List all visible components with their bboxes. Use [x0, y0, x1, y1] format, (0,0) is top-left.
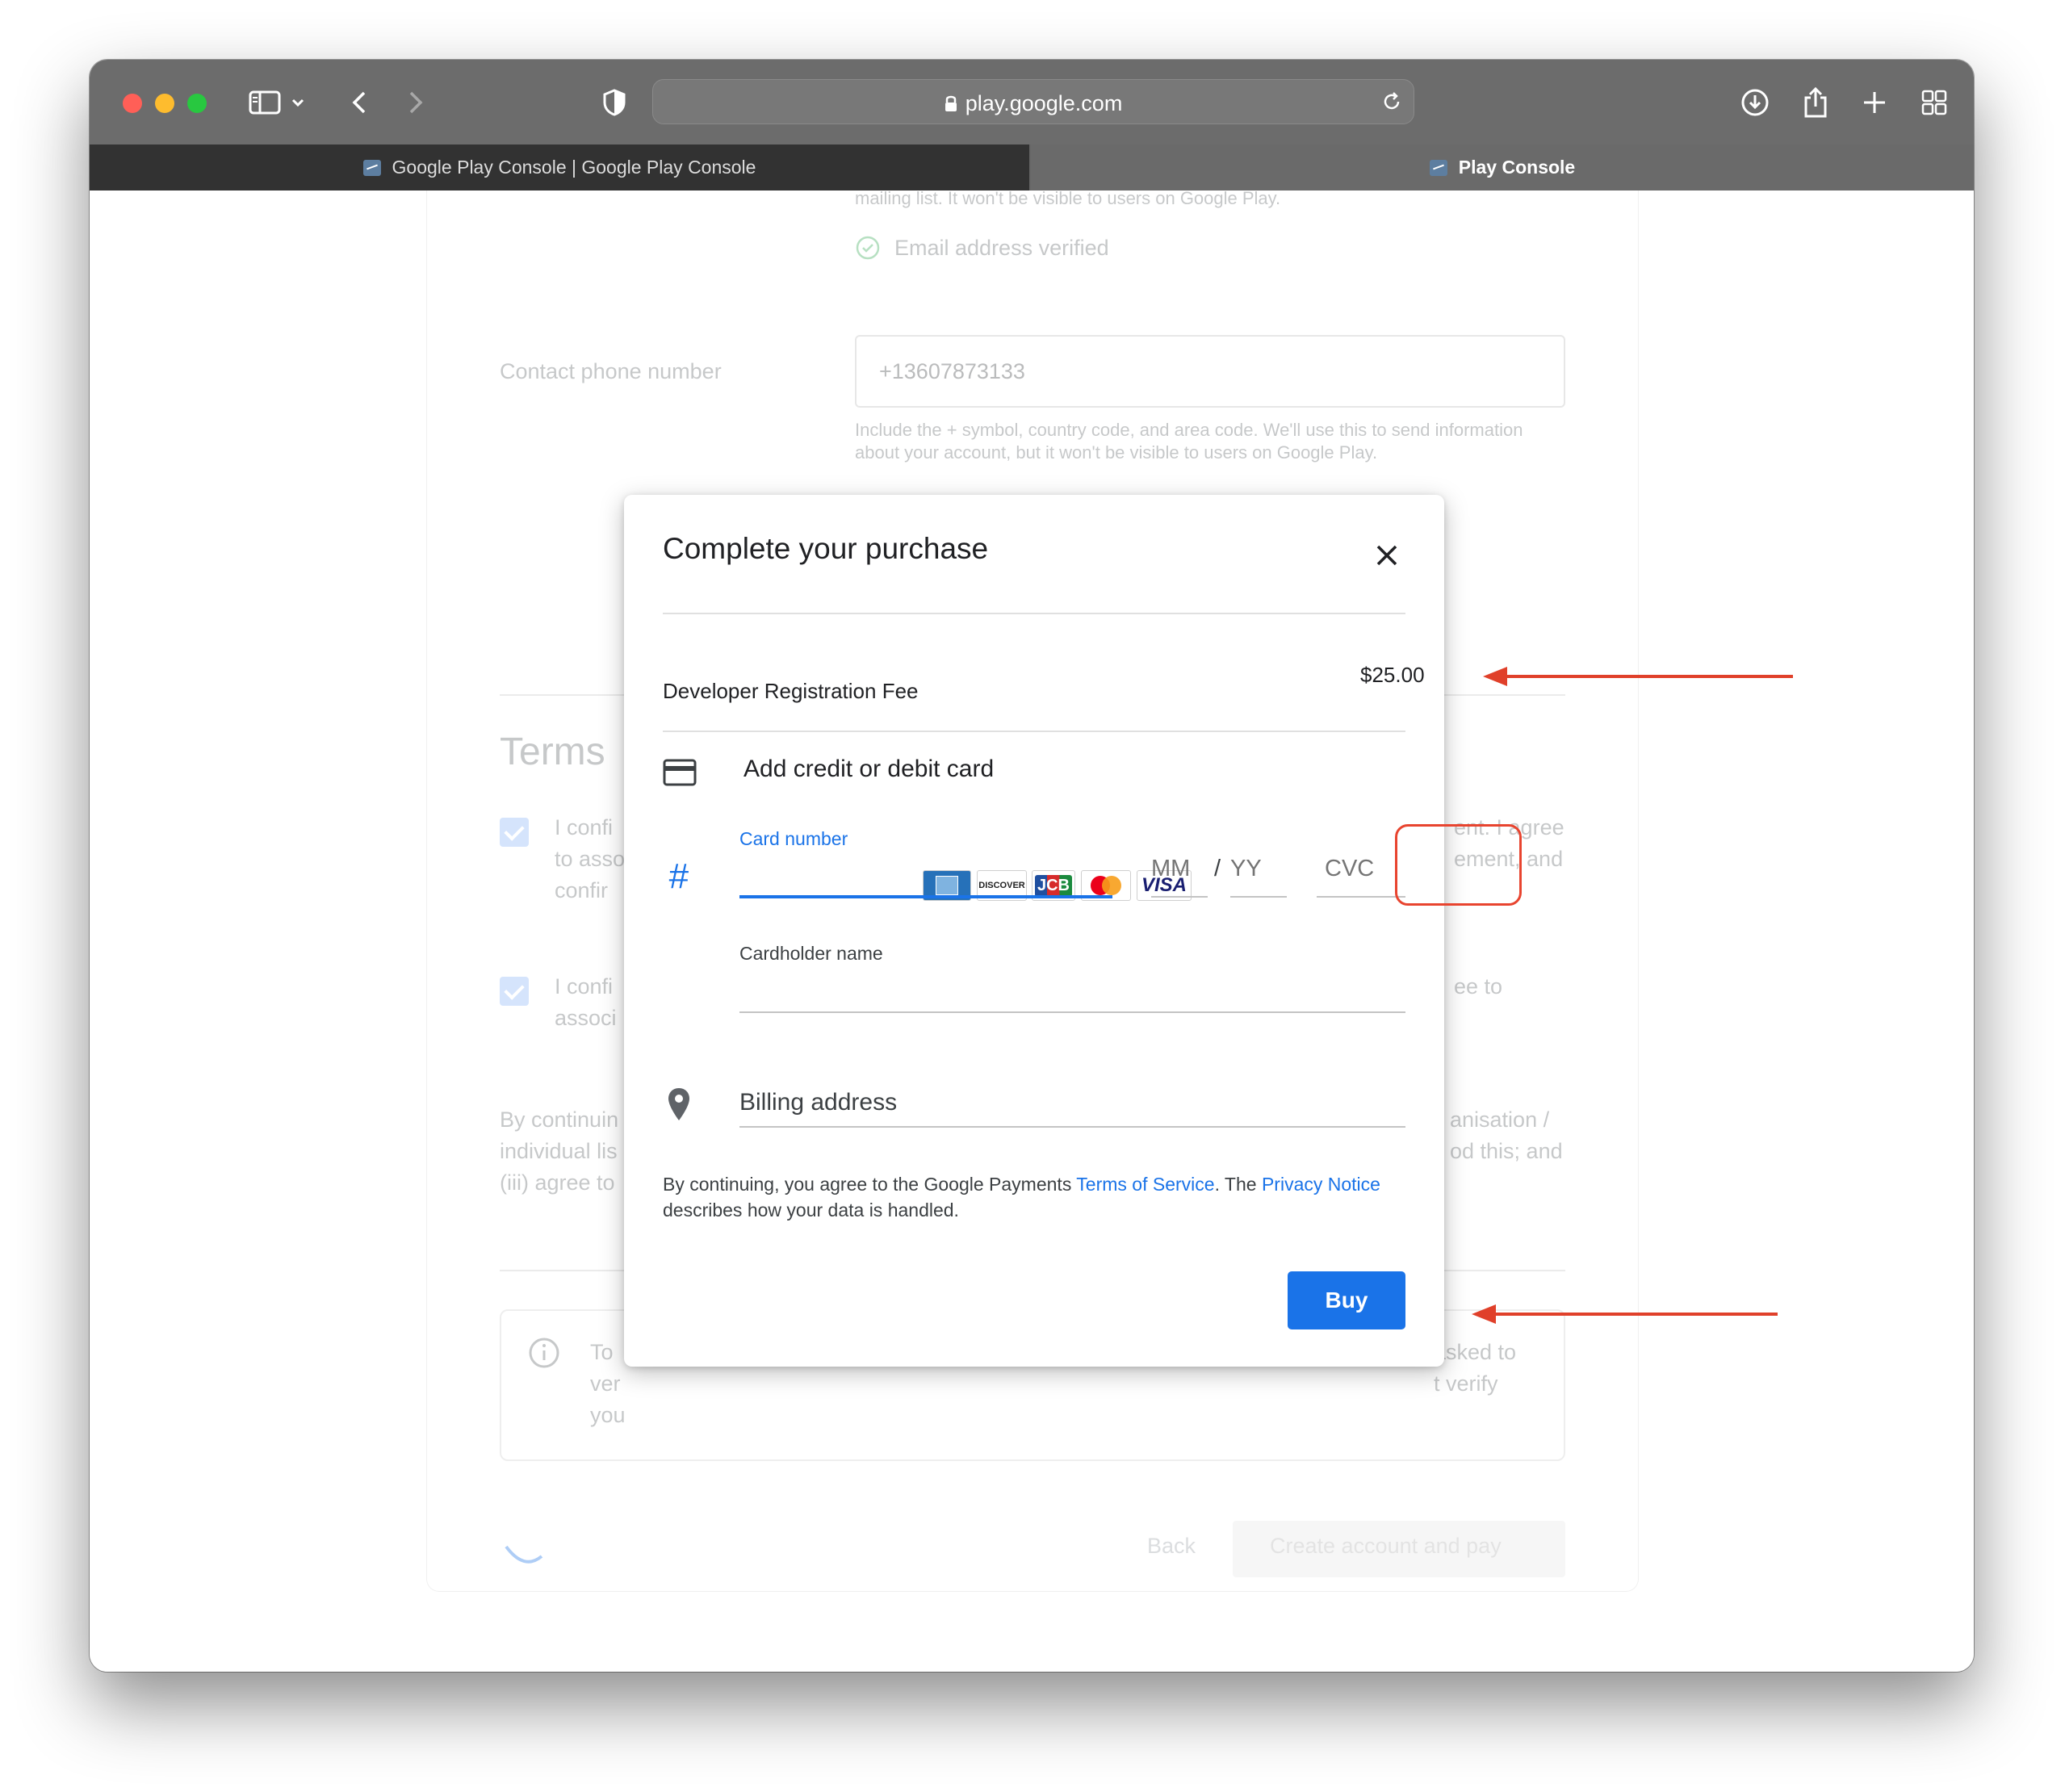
- purchase-dialog: Complete your purchase Developer Registr…: [624, 495, 1522, 1367]
- forward-icon[interactable]: [396, 82, 436, 123]
- annotation-arrow-price: [1506, 675, 1793, 678]
- divider: [663, 731, 1405, 732]
- back-button[interactable]: Back: [1147, 1530, 1196, 1562]
- create-account-label: Create account and pay: [1270, 1534, 1502, 1558]
- billing-address-field[interactable]: Billing address: [739, 1089, 897, 1116]
- fee-label: Developer Registration Fee: [663, 679, 919, 703]
- hash-icon: #: [668, 856, 689, 896]
- expiry-year-underline: [1230, 896, 1287, 898]
- legal-prefix: By continuing, you agree to the Google P…: [663, 1174, 1077, 1195]
- term1-line2: to asso: [555, 847, 626, 871]
- card-number-label: Card number: [739, 828, 848, 849]
- info-right1: asked to: [1434, 1340, 1517, 1364]
- continue-right1: anisation /: [1450, 1107, 1550, 1132]
- info-right2: t verify: [1434, 1371, 1498, 1396]
- continue-line3: (iii) agree to: [500, 1170, 615, 1195]
- sidebar-toggle-icon[interactable]: [245, 82, 285, 123]
- expiry-month-underline: [1151, 896, 1208, 898]
- share-icon[interactable]: [1795, 82, 1836, 123]
- term2-right: ee to: [1454, 974, 1503, 999]
- phone-label: Contact phone number: [500, 359, 722, 383]
- cvc-input[interactable]: CVC: [1325, 856, 1374, 882]
- annotation-arrowhead-price: [1483, 667, 1507, 686]
- new-tab-icon[interactable]: [1854, 82, 1895, 123]
- tab-overview-icon[interactable]: [1914, 82, 1954, 123]
- tab-google-play-console[interactable]: Google Play Console | Google Play Consol…: [90, 144, 1029, 191]
- divider: [663, 613, 1405, 614]
- term1-checkbox[interactable]: [500, 818, 529, 847]
- annotation-arrowhead-buy: [1472, 1304, 1496, 1324]
- browser-window: play.google.com Google Play Console | Go…: [90, 60, 1974, 1672]
- legal-mid: . The: [1214, 1174, 1262, 1195]
- tab-play-console[interactable]: Play Console: [1031, 144, 1974, 191]
- cvc-underline: [1317, 896, 1405, 898]
- card-number-underline: [739, 895, 1112, 898]
- back-icon[interactable]: [339, 82, 379, 123]
- email-verified-text: Email address verified: [894, 236, 1109, 260]
- term2-line2: associ: [555, 1006, 617, 1030]
- continue-right2: od this; and: [1450, 1139, 1563, 1163]
- billing-underline: [739, 1126, 1405, 1128]
- reload-icon[interactable]: [1381, 91, 1402, 116]
- url-text: play.google.com: [965, 91, 1123, 115]
- buy-button[interactable]: Buy: [1288, 1271, 1405, 1329]
- info-line2: ver: [590, 1371, 621, 1396]
- address-bar[interactable]: play.google.com: [652, 79, 1414, 124]
- terms-heading: Terms: [500, 731, 605, 773]
- page-content: mailing list. It won't be visible to use…: [90, 191, 1974, 1672]
- legal-notice: By continuing, you agree to the Google P…: [663, 1171, 1405, 1223]
- cardholder-name-label: Cardholder name: [739, 943, 883, 964]
- downloads-icon[interactable]: [1735, 82, 1775, 123]
- phone-help: Include the + symbol, country code, and …: [855, 420, 1523, 463]
- expiry-month-input[interactable]: MM: [1151, 856, 1190, 882]
- fee-amount: $25.00: [1360, 663, 1425, 687]
- legal-suffix: describes how your data is handled.: [663, 1200, 959, 1220]
- info-line1: To: [590, 1340, 614, 1364]
- lock-icon: [945, 93, 957, 118]
- expiry-year-input[interactable]: YY: [1230, 856, 1262, 882]
- play-console-favicon-icon: [362, 159, 381, 176]
- close-window-button[interactable]: [123, 94, 142, 113]
- term1-line1: I confi: [555, 815, 614, 839]
- terms-of-service-link[interactable]: Terms of Service: [1076, 1174, 1214, 1195]
- cardholder-underline: [739, 1011, 1405, 1013]
- tab-bar: Google Play Console | Google Play Consol…: [90, 144, 1974, 191]
- maximize-window-button[interactable]: [187, 94, 207, 113]
- close-icon[interactable]: [1367, 535, 1407, 576]
- term2-line1: I confi: [555, 974, 614, 999]
- chevron-down-icon[interactable]: [286, 82, 310, 123]
- credit-card-icon: [663, 759, 697, 790]
- jcb-text: JCB: [1034, 874, 1072, 897]
- email-hint: mailing list. It won't be visible to use…: [855, 191, 1281, 208]
- minimize-window-button[interactable]: [155, 94, 174, 113]
- location-pin-icon: [666, 1087, 692, 1126]
- dialog-title: Complete your purchase: [663, 532, 989, 565]
- term1-line3: confir: [555, 878, 609, 902]
- info-line3: you: [590, 1403, 626, 1427]
- privacy-notice-link[interactable]: Privacy Notice: [1262, 1174, 1380, 1195]
- privacy-shield-icon[interactable]: [594, 82, 635, 123]
- play-console-favicon-icon: [1429, 159, 1447, 176]
- cardholder-name-input[interactable]: [739, 971, 1405, 1010]
- check-circle-icon: [855, 235, 881, 265]
- browser-toolbar: play.google.com: [90, 60, 1974, 144]
- continue-line1: By continuin: [500, 1107, 619, 1132]
- discover-text: DISCOVER: [978, 881, 1025, 890]
- continue-line2: individual lis: [500, 1139, 618, 1163]
- annotation-arrow-buy: [1495, 1313, 1778, 1316]
- loading-spinner-icon: [500, 1539, 548, 1575]
- term2-checkbox[interactable]: [500, 977, 529, 1006]
- tab-label: Play Console: [1458, 157, 1576, 178]
- price-highlight-box: [1395, 824, 1522, 906]
- add-card-heading: Add credit or debit card: [743, 756, 995, 782]
- info-icon: [528, 1337, 560, 1373]
- tab-label: Google Play Console | Google Play Consol…: [392, 157, 756, 178]
- phone-value: +13607873133: [879, 359, 1025, 383]
- url-display: play.google.com: [653, 91, 1414, 118]
- expiry-slash: /: [1214, 856, 1221, 881]
